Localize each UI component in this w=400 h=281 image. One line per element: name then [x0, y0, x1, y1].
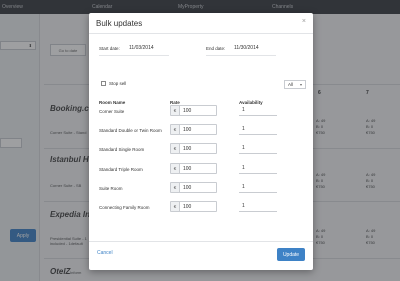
stop-sell-checkbox[interactable] — [101, 81, 106, 86]
cancel-link[interactable]: Cancel — [97, 250, 113, 256]
rate-input[interactable] — [180, 144, 216, 153]
close-icon[interactable]: × — [302, 18, 306, 25]
modal-header-divider — [89, 33, 313, 34]
rate-field[interactable]: € — [170, 143, 217, 154]
rate-input[interactable] — [180, 125, 216, 134]
room-filter-select[interactable]: All ▾ — [284, 80, 306, 89]
rate-input[interactable] — [180, 106, 216, 115]
end-date-input[interactable] — [232, 42, 276, 54]
room-name: Standard Triple Room — [99, 167, 143, 172]
availability-input[interactable] — [239, 105, 277, 116]
rate-field[interactable]: € — [170, 124, 217, 135]
room-name: Suite Room — [99, 186, 123, 191]
rate-input[interactable] — [180, 164, 216, 173]
rate-field[interactable]: € — [170, 163, 217, 174]
rate-field[interactable]: € — [170, 182, 217, 193]
chevron-down-icon: ▾ — [299, 82, 302, 87]
end-date-label: End date: — [206, 46, 226, 51]
availability-input[interactable] — [239, 201, 277, 212]
room-name: Standard Double or Twin Room — [99, 128, 162, 133]
rate-field[interactable]: € — [170, 201, 217, 212]
start-date-label: Start date: — [99, 46, 120, 51]
start-date-input[interactable] — [127, 42, 171, 54]
room-name-header: Room Name — [99, 100, 126, 105]
currency-addon: € — [171, 183, 180, 192]
room-name: Standard Single Room — [99, 147, 145, 152]
end-date-underline — [206, 55, 276, 56]
modal-footer-divider — [89, 241, 313, 242]
room-name: Corner Suite — [99, 109, 125, 114]
rate-field[interactable]: € — [170, 105, 217, 116]
room-name: Connecting Family Room — [99, 205, 150, 210]
stop-sell-label: Stop sell — [109, 81, 127, 86]
currency-addon: € — [171, 144, 180, 153]
stop-sell-toggle[interactable]: Stop sell — [101, 81, 126, 86]
availability-input[interactable] — [239, 143, 277, 154]
currency-addon: € — [171, 125, 180, 134]
rate-input[interactable] — [180, 183, 216, 192]
availability-input[interactable] — [239, 163, 277, 174]
update-button[interactable]: Update — [277, 248, 305, 261]
room-filter-value: All — [288, 82, 294, 87]
bulk-updates-modal: Bulk updates × Start date: End date: Sto… — [89, 13, 313, 270]
availability-input[interactable] — [239, 124, 277, 135]
currency-addon: € — [171, 202, 180, 211]
currency-addon: € — [171, 164, 180, 173]
availability-input[interactable] — [239, 182, 277, 193]
start-date-underline — [99, 55, 169, 56]
currency-addon: € — [171, 106, 180, 115]
rate-input[interactable] — [180, 202, 216, 211]
modal-title: Bulk updates — [96, 19, 143, 28]
